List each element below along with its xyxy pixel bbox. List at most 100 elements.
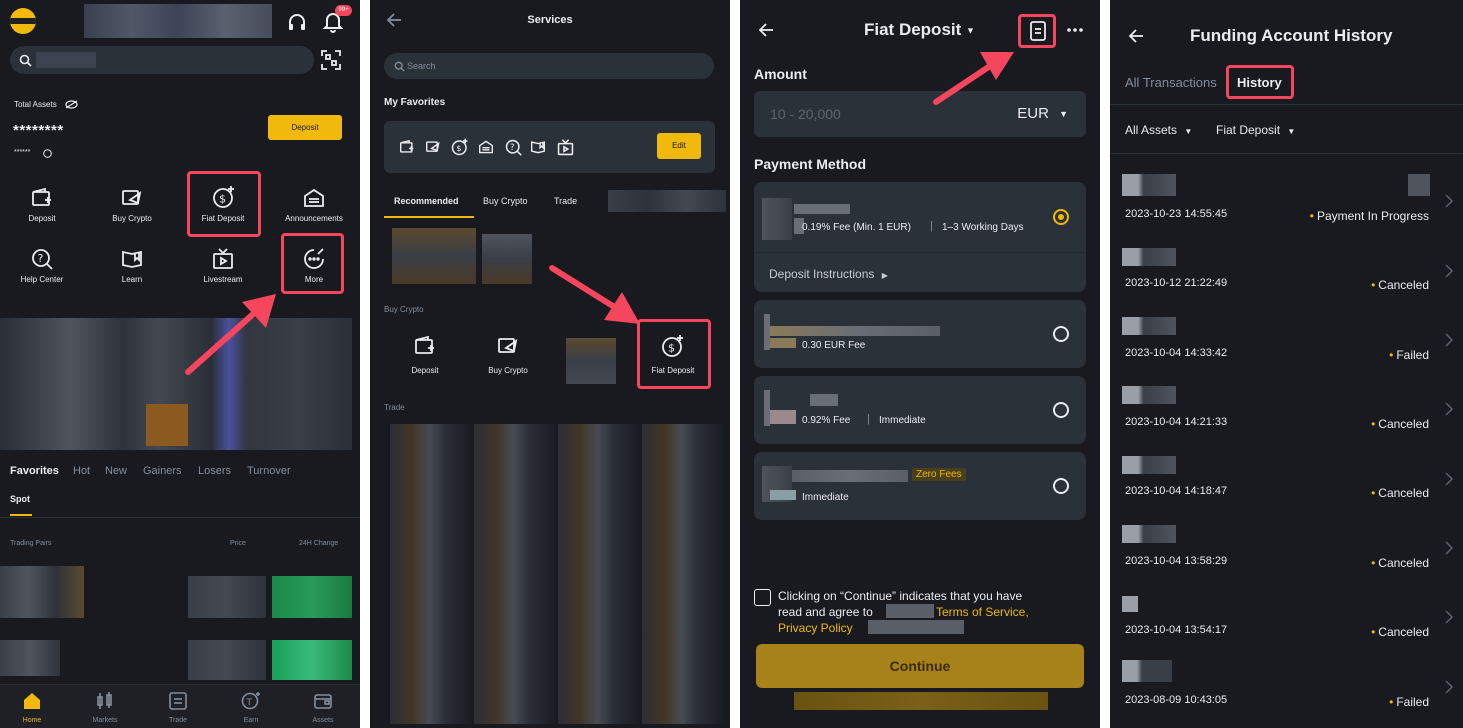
continue-button[interactable]: Continue — [756, 644, 1084, 688]
markets-icon[interactable] — [94, 691, 116, 711]
history-row[interactable]: 2023-10-04 14:33:42 • Failed — [1110, 305, 1463, 374]
history-row[interactable]: 2023-10-12 21:22:49 • Canceled — [1110, 236, 1463, 305]
filter-fiat-deposit[interactable]: Fiat Deposit ▼ — [1216, 123, 1295, 137]
amount-input[interactable]: 10 - 20,000 EUR ▼ — [754, 91, 1086, 137]
agree-checkbox[interactable] — [754, 589, 771, 606]
livestream-icon[interactable] — [555, 137, 575, 157]
chevron-right-icon — [1445, 333, 1453, 347]
history-status-text: Canceled — [1378, 486, 1429, 500]
payment-method-card[interactable]: Zero Fees Immediate — [754, 452, 1086, 520]
method-radio[interactable] — [1053, 478, 1069, 494]
chevron-right-icon — [1445, 472, 1453, 486]
deposit-button[interactable]: Deposit — [268, 115, 342, 140]
tab-trade[interactable]: Trade — [554, 196, 577, 206]
headset-icon[interactable] — [286, 12, 308, 34]
assets-icon[interactable] — [312, 691, 334, 711]
deposit-icon[interactable] — [413, 334, 437, 358]
nav-home-label[interactable]: Home — [12, 717, 52, 724]
shortcut-announcements-label[interactable]: Announcements — [278, 214, 350, 223]
avatar[interactable] — [10, 8, 36, 34]
history-row[interactable]: 2023-10-04 13:58:29 • Canceled — [1110, 513, 1463, 582]
buy-crypto-heading: Buy Crypto — [384, 305, 424, 314]
tab-losers[interactable]: Losers — [198, 465, 231, 477]
blurred-asset — [1122, 174, 1176, 196]
learn-icon[interactable] — [529, 138, 547, 156]
blurred-username — [84, 4, 272, 38]
search-icon — [18, 53, 32, 67]
history-row[interactable]: 2023-10-04 14:18:47 • Canceled — [1110, 444, 1463, 513]
announcements-icon[interactable] — [477, 138, 495, 156]
announcements-icon[interactable] — [302, 186, 326, 210]
back-arrow-icon[interactable] — [1126, 26, 1146, 46]
method-radio-selected[interactable] — [1053, 209, 1069, 225]
edit-button[interactable]: Edit — [657, 133, 701, 159]
tab-spot[interactable]: Spot — [10, 494, 30, 504]
help-center-icon[interactable]: ? — [503, 137, 523, 157]
tab-favorites[interactable]: Favorites — [10, 465, 59, 477]
method-radio[interactable] — [1053, 326, 1069, 342]
home-icon[interactable] — [21, 691, 43, 711]
deposit-instructions-link[interactable]: Deposit Instructions ▶ — [769, 267, 888, 281]
fiat-deposit-icon[interactable]: $ — [450, 137, 470, 157]
payment-method-card[interactable]: 0.30 EUR Fee — [754, 300, 1086, 368]
search-input[interactable]: Search — [384, 53, 714, 79]
service-buy-crypto-label[interactable]: Buy Crypto — [478, 366, 538, 375]
shortcut-learn-label[interactable]: Learn — [102, 275, 162, 284]
shortcut-deposit-label[interactable]: Deposit — [12, 214, 72, 223]
tab-buy-crypto[interactable]: Buy Crypto — [483, 196, 528, 206]
deposit-icon[interactable] — [398, 138, 416, 156]
more-options-icon[interactable] — [1066, 22, 1084, 38]
tab-recommended[interactable]: Recommended — [394, 196, 459, 206]
help-center-icon[interactable]: ? — [30, 247, 54, 271]
chevron-right-icon — [1445, 264, 1453, 278]
page-title[interactable]: Fiat Deposit ▼ — [864, 20, 975, 40]
service-deposit-label[interactable]: Deposit — [395, 366, 455, 375]
trade-icon[interactable] — [167, 691, 189, 711]
filter-all-assets[interactable]: All Assets ▼ — [1125, 123, 1192, 137]
home-screen: 99+ Total Assets ******** ****** Deposit… — [0, 0, 360, 728]
tab-all-transactions[interactable]: All Transactions — [1125, 75, 1217, 90]
history-row[interactable]: 2023-10-04 13:54:17 • Canceled — [1110, 582, 1463, 651]
info-icon[interactable] — [42, 148, 52, 158]
history-row[interactable]: 2023-08-09 10:43:05 • Failed — [1110, 652, 1463, 721]
qr-scan-icon[interactable] — [320, 49, 342, 71]
back-arrow-icon[interactable] — [756, 20, 776, 40]
tab-new[interactable]: New — [105, 465, 127, 477]
shortcut-help-center-label[interactable]: Help Center — [10, 275, 74, 284]
shortcut-buy-crypto-label[interactable]: Buy Crypto — [102, 214, 162, 223]
tab-gainers[interactable]: Gainers — [143, 465, 182, 477]
nav-earn-label[interactable]: Earn — [231, 717, 271, 724]
eye-off-icon[interactable] — [64, 98, 78, 110]
learn-icon[interactable] — [120, 247, 144, 271]
spot-underline — [10, 514, 32, 516]
tab-turnover[interactable]: Turnover — [247, 465, 291, 477]
nav-assets-label[interactable]: Assets — [303, 717, 343, 724]
privacy-link[interactable]: Privacy Policy — [778, 621, 853, 635]
blurred-recommended — [392, 228, 476, 284]
earn-icon[interactable]: T — [240, 691, 262, 711]
nav-trade-label[interactable]: Trade — [158, 717, 198, 724]
divider — [1110, 104, 1463, 105]
blurred-method-detail — [770, 410, 796, 424]
method-radio[interactable] — [1053, 402, 1069, 418]
buy-crypto-icon[interactable] — [496, 334, 520, 358]
history-status: • Canceled — [1371, 278, 1429, 292]
history-row[interactable]: 2023-10-23 14:55:45 • Payment In Progress — [1110, 166, 1463, 235]
buy-crypto-icon[interactable] — [120, 186, 144, 210]
payment-method-card[interactable]: 0.19% Fee (Min. 1 EUR) | 1–3 Working Day… — [754, 182, 1086, 292]
buy-crypto-icon[interactable] — [424, 138, 442, 156]
history-status-text: Canceled — [1378, 556, 1429, 570]
nav-markets-label[interactable]: Markets — [85, 717, 125, 724]
search-bar[interactable] — [10, 46, 314, 74]
blurred-recommended — [482, 234, 532, 284]
payment-method-card[interactable]: 0.92% Fee | Immediate — [754, 376, 1086, 444]
status-dot: • — [1309, 209, 1314, 223]
history-status: • Failed — [1389, 348, 1429, 362]
annotation-arrow — [549, 265, 640, 324]
currency-select[interactable]: EUR ▼ — [1017, 105, 1068, 122]
livestream-icon[interactable] — [211, 247, 235, 271]
history-row[interactable]: 2023-10-04 14:21:33 • Canceled — [1110, 374, 1463, 443]
terms-link[interactable]: Terms of Service, — [936, 605, 1029, 619]
tab-hot[interactable]: Hot — [73, 465, 90, 477]
deposit-icon[interactable] — [30, 186, 54, 210]
